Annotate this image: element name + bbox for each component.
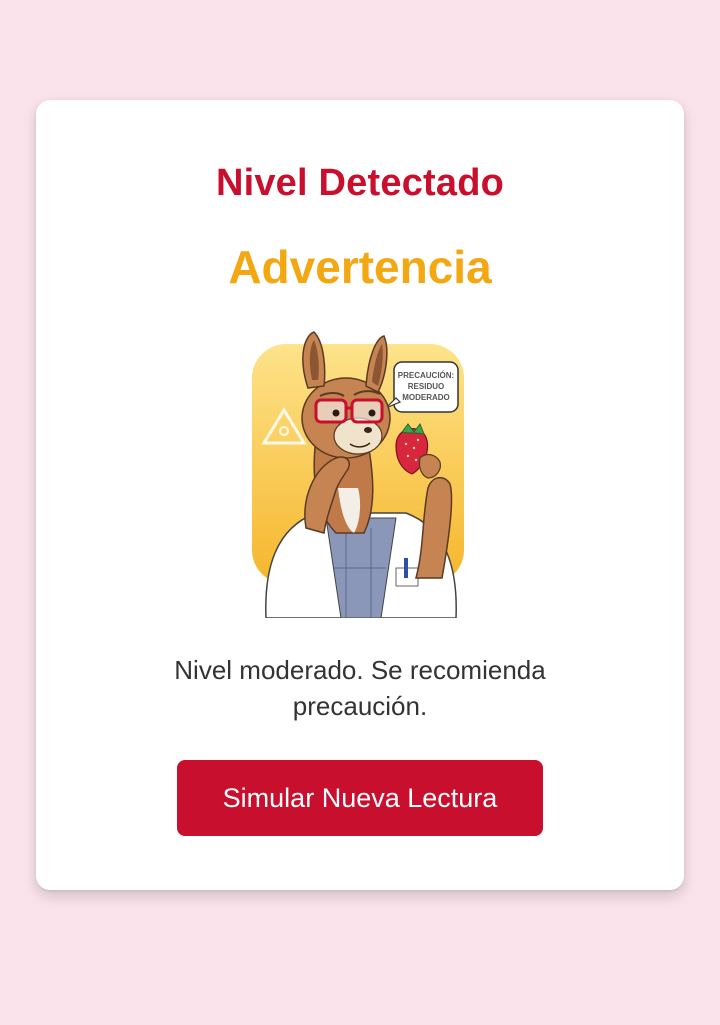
llama-scientist-illustration: PRECAUCIÓN: RESIDUO MODERADO (252, 331, 464, 618)
simulate-new-reading-button[interactable]: Simular Nueva Lectura (177, 760, 543, 836)
bubble-text-3: MODERADO (402, 393, 450, 402)
bubble-text-1: PRECAUCIÓN: (398, 371, 454, 380)
card-title: Nivel Detectado (215, 162, 505, 204)
detected-level-label: Advertencia (228, 241, 492, 293)
result-message: Nivel moderado. Se recomienda precaución… (174, 655, 546, 721)
result-card: Nivel Detectado Advertencia PRECAUCIÓN: … (36, 100, 684, 890)
speech-bubble: PRECAUCIÓN: RESIDUO MODERADO (385, 361, 459, 413)
bubble-text-2: RESIDUO (408, 382, 444, 391)
